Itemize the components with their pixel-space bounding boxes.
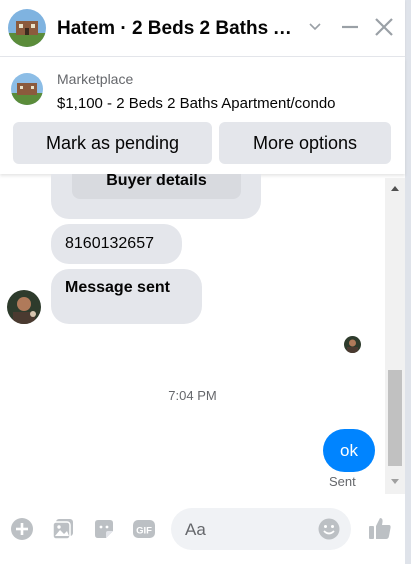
scroll-up-arrow-icon[interactable] [389, 184, 401, 192]
listing-avatar[interactable] [8, 9, 46, 47]
window-edge [405, 0, 411, 564]
listing-title[interactable]: $1,100 - 2 Beds 2 Baths Apartment/condo [57, 95, 336, 112]
outgoing-message-bubble[interactable]: ok [323, 429, 375, 472]
message-sent-bubble[interactable]: Message sent [51, 269, 202, 324]
chat-window: Hatem · 2 Beds 2 Baths Ap... Marketplace… [0, 0, 411, 564]
message-timestamp: 7:04 PM [168, 388, 217, 403]
marketplace-label: Marketplace [57, 71, 134, 87]
sender-avatar[interactable] [7, 290, 41, 324]
message-input-container[interactable] [171, 508, 351, 552]
scrollbar-thumb[interactable] [388, 370, 402, 466]
minimize-icon[interactable] [339, 16, 361, 38]
more-options-button[interactable]: More options [219, 122, 391, 164]
message-composer: GIF [0, 494, 405, 564]
buyer-details-button[interactable]: Buyer details [72, 174, 241, 199]
message-scrollbar[interactable] [385, 178, 405, 494]
listing-thumbnail[interactable] [11, 73, 43, 105]
read-receipt-avatar [344, 336, 361, 353]
photo-icon[interactable] [51, 517, 75, 541]
chat-header[interactable]: Hatem · 2 Beds 2 Baths Ap... [0, 0, 405, 57]
emoji-icon[interactable] [317, 517, 341, 541]
message-list[interactable]: Buyer details 8160132657 Message sent 7:… [0, 174, 405, 494]
message-input[interactable] [183, 508, 317, 552]
chat-title[interactable]: Hatem · 2 Beds 2 Baths Ap... [57, 18, 297, 40]
close-icon[interactable] [373, 16, 395, 38]
marketplace-card: Marketplace $1,100 - 2 Beds 2 Baths Apar… [0, 57, 405, 174]
add-icon[interactable] [10, 517, 34, 541]
phone-number-message[interactable]: 8160132657 [51, 224, 182, 264]
sent-status: Sent [329, 474, 356, 489]
svg-text:GIF: GIF [136, 526, 152, 537]
scroll-down-arrow-icon[interactable] [389, 478, 401, 486]
gif-icon[interactable]: GIF [132, 517, 156, 541]
like-icon[interactable] [367, 515, 393, 541]
mark-as-pending-button[interactable]: Mark as pending [13, 122, 212, 164]
sticker-icon[interactable] [92, 517, 116, 541]
chevron-down-icon[interactable] [307, 18, 323, 34]
